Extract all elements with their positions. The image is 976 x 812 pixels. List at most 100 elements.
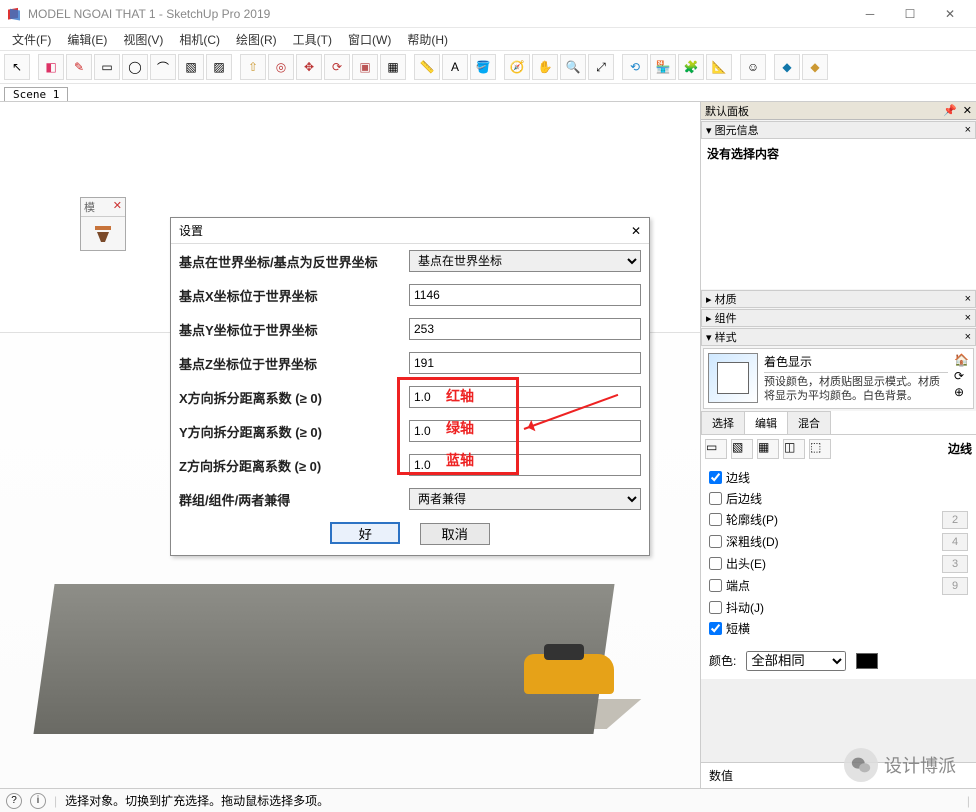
tool-move[interactable]: ✥ xyxy=(296,54,322,80)
tool-extensions[interactable]: 🧩 xyxy=(678,54,704,80)
close-button[interactable]: ✕ xyxy=(930,0,970,28)
bg-settings-icon[interactable]: ▦ xyxy=(757,439,779,459)
dialog-titlebar[interactable]: 设置 ✕ xyxy=(171,218,649,244)
tool-pushpull[interactable]: ⇧ xyxy=(240,54,266,80)
menu-tools[interactable]: 工具(T) xyxy=(285,29,340,50)
style-create-icon[interactable]: ⊕ xyxy=(954,385,969,399)
tool-book1[interactable]: ◆ xyxy=(774,54,800,80)
panel-close-icon[interactable]: × xyxy=(965,124,971,136)
tool-arc[interactable]: ⌒ xyxy=(150,54,176,80)
ext-value[interactable]: 3 xyxy=(942,555,968,573)
menu-edit[interactable]: 编辑(E) xyxy=(59,29,115,50)
tool-book2[interactable]: ◆ xyxy=(802,54,828,80)
menu-camera[interactable]: 相机(C) xyxy=(171,29,228,50)
tool-rect[interactable]: ▭ xyxy=(94,54,120,80)
tool-layout[interactable]: 📐 xyxy=(706,54,732,80)
tool-eraser[interactable]: ◧ xyxy=(38,54,64,80)
menu-window[interactable]: 窗口(W) xyxy=(340,29,399,50)
tool-tape[interactable]: 📏 xyxy=(414,54,440,80)
chk-depth[interactable] xyxy=(709,535,722,548)
subtab-select[interactable]: 选择 xyxy=(701,411,745,434)
face-settings-icon[interactable]: ▧ xyxy=(731,439,753,459)
entity-info-header[interactable]: ▾ 图元信息 × xyxy=(701,121,976,139)
base-x-input[interactable] xyxy=(409,284,641,306)
floating-toolbar-close-icon[interactable]: ✕ xyxy=(113,199,122,215)
tool-circle[interactable]: ◯ xyxy=(122,54,148,80)
tool-text[interactable]: A xyxy=(442,54,468,80)
tool-offset[interactable]: ◎ xyxy=(268,54,294,80)
pin-icon[interactable]: 📌 xyxy=(943,104,957,117)
tool-orbit[interactable]: 🧭 xyxy=(504,54,530,80)
chk-back[interactable] xyxy=(709,492,722,505)
tool-face[interactable]: ▧ xyxy=(178,54,204,80)
chk-jitter[interactable] xyxy=(709,601,722,614)
tool-zoom-ext[interactable]: ⤢ xyxy=(588,54,614,80)
styles-header[interactable]: ▾ 样式 × xyxy=(701,328,976,346)
tool-line[interactable]: ✎ xyxy=(66,54,92,80)
tool-section[interactable]: ▨ xyxy=(206,54,232,80)
chk-edges[interactable] xyxy=(709,471,722,484)
base-z-input[interactable] xyxy=(409,352,641,374)
tool-followme[interactable]: ▦ xyxy=(380,54,406,80)
floating-toolbar-header[interactable]: 模 ✕ xyxy=(81,198,125,217)
dialog-title: 设置 xyxy=(179,222,203,239)
base-y-input[interactable] xyxy=(409,318,641,340)
floating-toolbar-icon[interactable] xyxy=(81,217,125,251)
ok-button[interactable]: 好 xyxy=(330,522,400,544)
tray-header[interactable]: 默认面板 📌 ✕ xyxy=(701,102,976,120)
tool-user[interactable]: ☺ xyxy=(740,54,766,80)
menu-help[interactable]: 帮助(H) xyxy=(399,29,456,50)
chk-back-label: 后边线 xyxy=(726,490,762,507)
floating-toolbar[interactable]: 模 ✕ xyxy=(80,197,126,251)
tool-select[interactable]: ↖ xyxy=(4,54,30,80)
chk-short[interactable] xyxy=(709,622,722,635)
tool-warehouse[interactable]: 🏪 xyxy=(650,54,676,80)
subtab-edit[interactable]: 编辑 xyxy=(744,411,788,434)
tool-prev-view[interactable]: ⟲ xyxy=(622,54,648,80)
watermark-icon[interactable]: ◫ xyxy=(783,439,805,459)
menu-view[interactable]: 视图(V) xyxy=(115,29,171,50)
depth-value[interactable]: 4 xyxy=(942,533,968,551)
cancel-button[interactable]: 取消 xyxy=(420,523,490,545)
chk-profiles[interactable] xyxy=(709,513,722,526)
status-icon-1[interactable]: ? xyxy=(6,793,22,809)
factor-z-input[interactable] xyxy=(409,454,641,476)
tool-rotate[interactable]: ⟳ xyxy=(324,54,350,80)
tool-paint[interactable]: 🪣 xyxy=(470,54,496,80)
panel-close-icon[interactable]: × xyxy=(965,293,971,305)
maximize-button[interactable]: ☐ xyxy=(890,0,930,28)
coord-mode-select[interactable]: 基点在世界坐标 xyxy=(409,250,641,272)
edge-settings-icon[interactable]: ▭ xyxy=(705,439,727,459)
endpoints-value[interactable]: 9 xyxy=(942,577,968,595)
tool-scale[interactable]: ▣ xyxy=(352,54,378,80)
target-type-select[interactable]: 两者兼得 xyxy=(409,488,641,510)
scene-tab-1[interactable]: Scene 1 xyxy=(4,87,68,101)
style-thumbnail[interactable] xyxy=(708,353,758,403)
subtab-mix[interactable]: 混合 xyxy=(787,411,831,434)
chk-endpoints[interactable] xyxy=(709,579,722,592)
status-icon-2[interactable]: i xyxy=(30,793,46,809)
style-description: 预设颜色，材质贴图显示模式。材质将显示为平均颜色。白色背景。 xyxy=(764,375,948,404)
tool-zoom[interactable]: 🔍 xyxy=(560,54,586,80)
materials-header[interactable]: ▸ 材质 × xyxy=(701,290,976,308)
minimize-button[interactable]: ─ xyxy=(850,0,890,28)
style-new-icon[interactable]: 🏠 xyxy=(954,353,969,367)
profiles-value[interactable]: 2 xyxy=(942,511,968,529)
menu-file[interactable]: 文件(F) xyxy=(4,29,59,50)
color-swatch[interactable] xyxy=(856,653,878,669)
components-header[interactable]: ▸ 组件 × xyxy=(701,309,976,327)
style-update-icon[interactable]: ⟳ xyxy=(954,369,969,383)
chk-ext[interactable] xyxy=(709,557,722,570)
viewport[interactable]: 模 ✕ 设置 ✕ 基点在世界坐标/基点为反世界坐标 基点在世界坐标 基点X坐标位… xyxy=(0,102,700,788)
modeling-icon[interactable]: ⬚ xyxy=(809,439,831,459)
color-mode-select[interactable]: 全部相同 xyxy=(746,651,846,671)
panel-close-icon[interactable]: × xyxy=(965,331,971,343)
components-title: 组件 xyxy=(715,313,737,325)
tray-close-icon[interactable]: ✕ xyxy=(963,104,972,117)
tape-icon: 📏 xyxy=(420,60,435,74)
tool-pan[interactable]: ✋ xyxy=(532,54,558,80)
panel-close-icon[interactable]: × xyxy=(965,312,971,324)
pan-icon: ✋ xyxy=(538,60,553,74)
menu-draw[interactable]: 绘图(R) xyxy=(228,29,285,50)
dialog-close-icon[interactable]: ✕ xyxy=(631,224,641,238)
